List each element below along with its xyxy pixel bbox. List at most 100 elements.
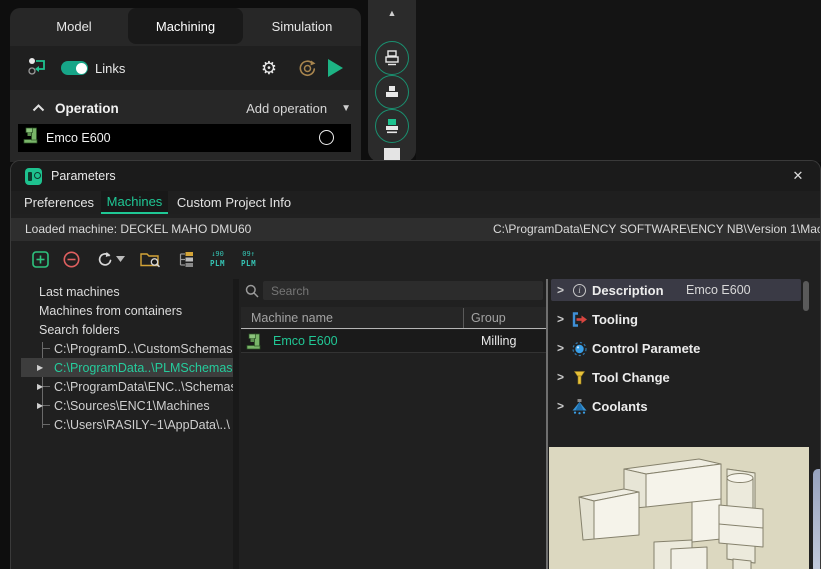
machine-group-cell: Milling: [481, 334, 516, 348]
section-description[interactable]: > i Description Emco E600: [551, 279, 801, 301]
toggle-knob: [76, 63, 87, 74]
folder-sources-machines[interactable]: C:\Sources\ENC1\Machines: [21, 396, 233, 415]
section-value: Emco E600: [686, 283, 751, 297]
machine-icon: [246, 333, 261, 350]
coolants-icon: [571, 398, 588, 415]
search-input[interactable]: [263, 281, 543, 300]
tab-custom-project-info[interactable]: Custom Project Info: [172, 191, 296, 214]
operation-title: Operation: [55, 101, 119, 116]
tab-preferences[interactable]: Preferences: [21, 191, 97, 214]
remove-machine-button[interactable]: [63, 245, 80, 273]
expand-arrow-icon[interactable]: ▶: [37, 363, 43, 372]
panel-splitter[interactable]: [233, 279, 239, 569]
dialog-toolbar: ↓90 PLM 09↑ PLM: [11, 245, 820, 273]
section-tool-change[interactable]: > Tool Change: [551, 366, 801, 388]
nav-last-machines[interactable]: Last machines: [21, 282, 233, 301]
chevron-right-icon: >: [557, 312, 569, 326]
loaded-machine-label: Loaded machine: DECKEL MAHO DMU60: [25, 222, 251, 236]
plm-caption: PLM: [241, 260, 256, 267]
tab-simulation[interactable]: Simulation: [243, 8, 361, 44]
search-icon: [241, 281, 263, 301]
add-operation-button[interactable]: Add operation ▼: [246, 92, 351, 124]
links-toggle[interactable]: [61, 61, 88, 75]
refresh-caret-icon[interactable]: [116, 245, 125, 273]
machine-button-3[interactable]: [375, 109, 409, 143]
chevron-right-icon: >: [557, 370, 569, 384]
plm-caption: PLM: [210, 260, 225, 267]
machine-button-1[interactable]: [375, 41, 409, 75]
tool-change-icon: [571, 369, 588, 386]
machine-button-2[interactable]: [375, 75, 409, 109]
section-tooling[interactable]: > Tooling: [551, 308, 801, 330]
chevron-right-icon: >: [557, 283, 569, 297]
chevron-right-icon: >: [557, 399, 569, 413]
plm-download-button[interactable]: ↓90 PLM: [210, 245, 225, 273]
dialog-tabs: Preferences Machines Custom Project Info: [11, 191, 820, 214]
operation-item-emco[interactable]: Emco E600: [18, 124, 351, 152]
expand-arrow-icon[interactable]: ▶: [37, 401, 43, 410]
operation-item-label: Emco E600: [46, 131, 111, 145]
machine-table-row[interactable]: Emco E600 Milling: [241, 330, 546, 353]
nav-machines-from-containers[interactable]: Machines from containers: [21, 301, 233, 320]
machine-name-cell: Emco E600: [273, 334, 338, 348]
section-label: Description: [592, 283, 664, 298]
section-label: Tooling: [592, 312, 638, 327]
expand-arrow-icon[interactable]: ▶: [37, 382, 43, 391]
operation-radio[interactable]: [319, 130, 334, 145]
folder-enc-schemas[interactable]: C:\ProgramData\ENC..\Schemas: [21, 377, 233, 396]
tooling-icon: [571, 311, 588, 328]
machine-side-toolbar: ▲: [368, 0, 416, 162]
section-label: Coolants: [592, 399, 648, 414]
plm-download-glyph: ↓90: [211, 251, 224, 258]
chevron-up-icon[interactable]: [32, 99, 45, 117]
caret-down-icon: ▼: [341, 103, 351, 114]
section-label: Control Paramete: [592, 341, 700, 356]
tab-machines[interactable]: Machines: [101, 191, 168, 214]
links-label: Links: [95, 61, 125, 76]
plm-upload-glyph: 09↑: [242, 251, 255, 258]
collapse-up-icon[interactable]: ▲: [368, 8, 416, 18]
column-group[interactable]: Group: [471, 307, 506, 329]
machine-path: C:\ProgramData\ENCY SOFTWARE\ENCY NB\Ver…: [493, 222, 820, 236]
operation-header: Operation Add operation ▼: [10, 92, 361, 124]
loaded-machine-bar: Loaded machine: DECKEL MAHO DMU60 C:\Pro…: [11, 218, 820, 241]
app-root: Model Machining Simulation Links ⚙: [0, 0, 821, 569]
machine-icon: [23, 127, 38, 149]
section-control-parameters[interactable]: > Control Paramete: [551, 337, 801, 359]
folder-appdata[interactable]: C:\Users\RASILY~1\AppData\..\: [21, 415, 233, 434]
sync-icon[interactable]: [290, 46, 324, 90]
section-label: Tool Change: [592, 370, 670, 385]
parameters-dialog: Parameters ✕ Preferences Machines Custom…: [10, 160, 821, 569]
scrollbar-thumb[interactable]: [803, 281, 809, 311]
section-coolants[interactable]: > Coolants: [551, 395, 801, 417]
nav-search-folders[interactable]: Search folders: [21, 320, 233, 339]
close-icon[interactable]: ✕: [784, 161, 812, 191]
machine-sources-list: Last machines Machines from containers S…: [21, 279, 233, 569]
plm-upload-button[interactable]: 09↑ PLM: [241, 245, 256, 273]
tab-machining[interactable]: Machining: [128, 8, 243, 44]
control-parameters-icon: [571, 340, 588, 357]
dialog-title: Parameters: [51, 169, 116, 183]
refresh-button[interactable]: [96, 245, 113, 273]
folder-plmschemas[interactable]: C:\ProgramData..\PLMSchemas: [21, 358, 233, 377]
search-folder-button[interactable]: [140, 245, 161, 273]
ency-app-icon: [25, 168, 42, 185]
links-icon: [28, 57, 48, 80]
gear-icon[interactable]: ⚙: [253, 46, 285, 90]
background-machine-sliver: [813, 469, 821, 569]
machining-panel: Model Machining Simulation Links ⚙: [10, 8, 361, 162]
column-machine-name[interactable]: Machine name: [251, 307, 333, 329]
search-row: [241, 281, 546, 301]
machine-preview-image: [549, 447, 809, 569]
folder-customschemas[interactable]: C:\ProgramD..\CustomSchemas: [21, 339, 233, 358]
viewport-3d: [416, 0, 821, 162]
add-machine-button[interactable]: [32, 245, 49, 273]
tab-model[interactable]: Model: [20, 8, 128, 44]
play-icon[interactable]: [328, 59, 343, 77]
info-icon: i: [571, 282, 588, 299]
dialog-titlebar: Parameters ✕: [11, 161, 820, 191]
tree-view-button[interactable]: [177, 245, 195, 273]
machine-table-header: Machine name Group: [241, 307, 546, 329]
column-divider[interactable]: [463, 308, 464, 328]
panel-splitter[interactable]: [546, 279, 548, 569]
